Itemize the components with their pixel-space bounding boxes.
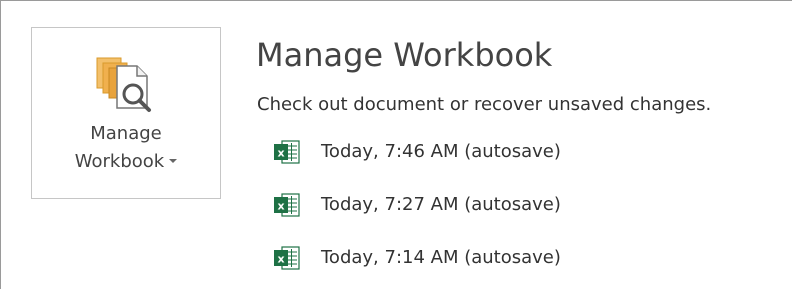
section-description: Check out document or recover unsaved ch… — [257, 94, 712, 115]
excel-file-icon: x — [274, 140, 300, 164]
manage-workbook-icon — [96, 57, 151, 112]
svg-text:x: x — [277, 253, 284, 266]
version-label: Today, 7:46 AM (autosave) — [321, 141, 561, 162]
excel-file-icon: x — [274, 193, 300, 217]
version-item[interactable]: x Today, 7:46 AM (autosave) — [273, 138, 561, 166]
section-title: Manage Workbook — [256, 36, 553, 74]
manage-button-label-line2: Workbook — [32, 150, 220, 174]
version-label: Today, 7:14 AM (autosave) — [321, 247, 561, 268]
version-label: Today, 7:27 AM (autosave) — [321, 194, 561, 215]
manage-button-label-line1: Manage — [90, 123, 162, 144]
version-item[interactable]: x Today, 7:27 AM (autosave) — [273, 191, 561, 219]
backstage-panel: Manage Workbook Manage Workbook Check ou… — [0, 0, 792, 289]
excel-file-icon: x — [274, 246, 300, 270]
svg-text:x: x — [277, 147, 284, 160]
version-item[interactable]: x Today, 7:14 AM (autosave) — [273, 244, 561, 272]
dropdown-caret-icon — [169, 159, 178, 163]
manage-workbook-button[interactable]: Manage Workbook — [31, 27, 221, 199]
svg-text:x: x — [277, 200, 284, 213]
